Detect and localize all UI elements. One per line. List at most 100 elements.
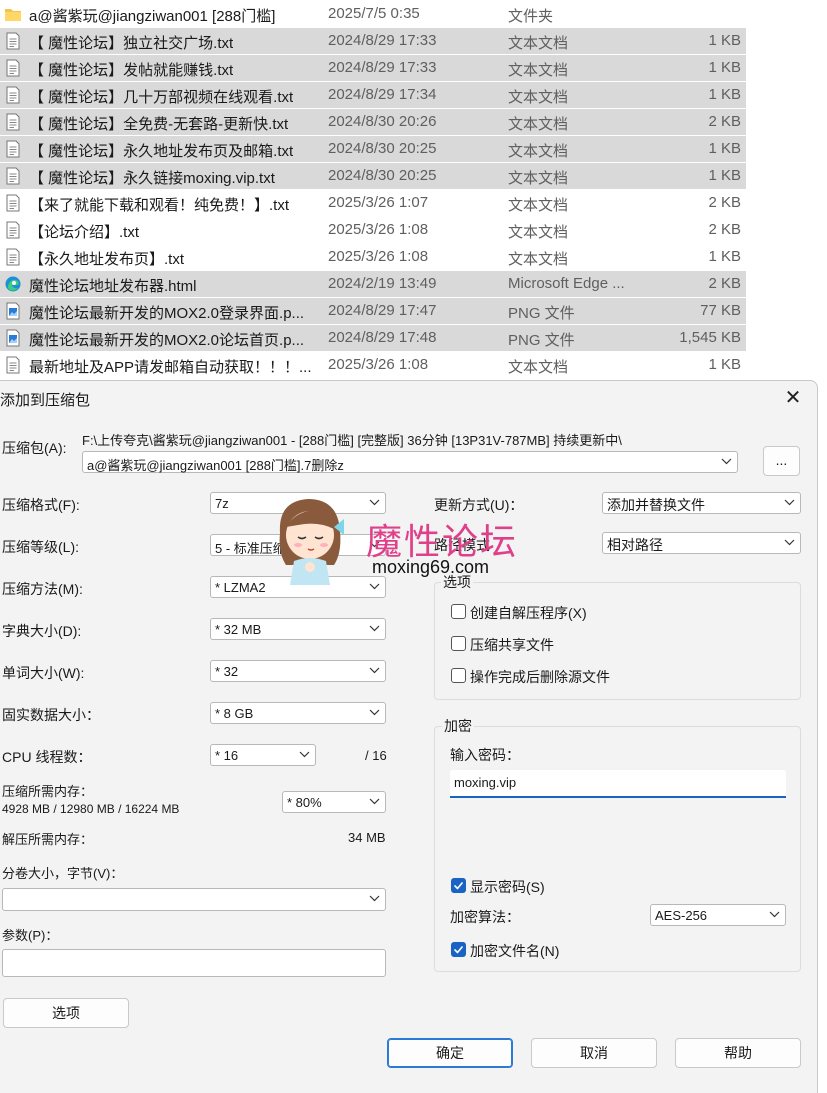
- show-password-label: 显示密码(S): [470, 879, 545, 895]
- file-row[interactable]: 【来了就能下载和观看！纯免费！】.txt 2025/3/26 1:07 文本文档 2 …: [0, 190, 746, 216]
- chevron-down-icon: [721, 458, 732, 465]
- archive-label: 压缩包(A):: [2, 440, 67, 456]
- file-type: PNG 文件: [508, 332, 575, 349]
- file-date: 2024/8/29 17:33: [328, 59, 437, 76]
- cancel-button[interactable]: 取消: [531, 1038, 657, 1068]
- checkmark-icon: [453, 881, 464, 890]
- method-label: 压缩方法(M):: [2, 581, 83, 597]
- algo-value: AES-256: [655, 908, 708, 923]
- file-name: 【来了就能下载和观看！纯免费！】.txt: [29, 197, 290, 214]
- file-date: 2024/8/29 17:33: [328, 32, 437, 49]
- sfx-label: 创建自解压程序(X): [470, 605, 587, 621]
- algo-combo[interactable]: AES-256: [650, 904, 786, 926]
- watermark: 魔性论坛 moxing69.com: [268, 493, 548, 588]
- help-button[interactable]: 帮助: [675, 1038, 801, 1068]
- file-type: 文件夹: [508, 8, 554, 25]
- file-row[interactable]: 【 魔性论坛】发帖就能赚钱.txt 2024/8/29 17:33 文本文档 1 KB: [0, 55, 746, 81]
- text-file-icon: [6, 59, 20, 77]
- file-row[interactable]: 【永久地址发布页】.txt 2025/3/26 1:08 文本文档 1 KB: [0, 244, 746, 270]
- file-row[interactable]: 魔性论坛地址发布器.html 2024/2/19 13:49 Microsoft E…: [0, 271, 746, 297]
- text-file-icon: [6, 32, 20, 50]
- params-input[interactable]: [2, 949, 386, 977]
- close-button[interactable]: ✕: [780, 387, 806, 411]
- file-type: 文本文档: [508, 116, 569, 133]
- file-row[interactable]: 魔性论坛最新开发的MOX2.0登录界面.p... 2024/8/29 17:47 P…: [0, 298, 746, 324]
- file-size: 1 KB: [708, 167, 741, 184]
- mem-combo[interactable]: * 80%: [282, 791, 386, 813]
- cpu-combo[interactable]: * 16: [210, 744, 316, 766]
- file-name: 魔性论坛最新开发的MOX2.0登录界面.p...: [29, 305, 305, 322]
- split-combo[interactable]: [2, 888, 386, 911]
- mascot-girl-icon: [279, 499, 344, 585]
- file-date: 2025/3/26 1:08: [328, 248, 429, 265]
- delete-source-checkbox[interactable]: [451, 668, 466, 683]
- file-size: 1 KB: [708, 356, 741, 373]
- file-name: 【 魔性论坛】几十万部视频在线观看.txt: [29, 89, 294, 106]
- password-label: 输入密码：: [450, 747, 520, 763]
- file-date: 2024/8/29 17:48: [328, 329, 437, 346]
- file-date: 2024/8/30 20:25: [328, 140, 437, 157]
- dialog-title: 添加到压缩包: [0, 392, 91, 409]
- watermark-url: moxing69.com: [372, 557, 490, 577]
- chevron-down-icon: [784, 499, 795, 506]
- params-label: 参数(P)：: [2, 928, 59, 943]
- file-row[interactable]: 【 魔性论坛】全免费-无套路-更新快.txt 2024/8/30 20:26 文本文…: [0, 109, 746, 135]
- dict-value: * 32 MB: [215, 622, 262, 637]
- file-name: 【 魔性论坛】独立社交广场.txt: [29, 35, 234, 52]
- file-date: 2025/3/26 1:07: [328, 194, 429, 211]
- show-password-checkbox[interactable]: [451, 878, 466, 893]
- file-name: 【 魔性论坛】永久链接moxing.vip.txt: [29, 170, 275, 187]
- text-file-icon: [6, 248, 20, 266]
- dict-combo[interactable]: * 32 MB: [210, 618, 386, 640]
- file-name: 【永久地址发布页】.txt: [29, 251, 185, 268]
- file-size: 2 KB: [708, 275, 741, 292]
- file-type: 文本文档: [508, 143, 569, 160]
- file-date: 2024/8/29 17:34: [328, 86, 437, 103]
- file-row[interactable]: 【 魔性论坛】几十万部视频在线观看.txt 2024/8/29 17:34 文本文档…: [0, 82, 746, 108]
- file-row[interactable]: a@酱紫玩@jiangziwan001 [288门槛] 2025/7/5 0:35…: [0, 1, 746, 27]
- browse-button[interactable]: ...: [763, 446, 800, 476]
- file-date: 2024/8/30 20:26: [328, 113, 437, 130]
- file-row[interactable]: 【 魔性论坛】独立社交广场.txt 2024/8/29 17:33 文本文档 1 KB: [0, 28, 746, 54]
- file-size: 2 KB: [708, 221, 741, 238]
- ok-button[interactable]: 确定: [387, 1038, 513, 1068]
- file-name: 魔性论坛最新开发的MOX2.0论坛首页.p...: [29, 332, 305, 349]
- shared-checkbox[interactable]: [451, 636, 466, 651]
- add-to-archive-dialog: 添加到压缩包 ✕ 压缩包(A): F:\上传夸克\酱紫玩@jiangziwan0…: [0, 380, 818, 1093]
- cpu-label: CPU 线程数：: [2, 749, 92, 765]
- archive-name-combo[interactable]: a@酱紫玩@jiangziwan001 [288门槛].7删除z: [82, 451, 738, 473]
- file-row[interactable]: 【论坛介绍】.txt 2025/3/26 1:08 文本文档 2 KB: [0, 217, 746, 243]
- word-value: * 32: [215, 664, 239, 679]
- options-button[interactable]: 选项: [3, 998, 129, 1028]
- file-size: 1,545 KB: [679, 329, 741, 346]
- file-name: 最新地址及APP请发邮箱自动获取！！！...: [29, 359, 312, 376]
- update-combo[interactable]: 添加并替换文件: [602, 492, 801, 514]
- file-date: 2025/7/5 0:35: [328, 5, 420, 22]
- folder-icon: [5, 9, 21, 21]
- delete-source-label: 操作完成后删除源文件: [470, 669, 610, 685]
- password-value: moxing.vip: [454, 775, 517, 790]
- word-combo[interactable]: * 32: [210, 660, 386, 682]
- file-size: 1 KB: [708, 248, 741, 265]
- encryption-group-title: 加密: [442, 716, 474, 736]
- file-name: 【 魔性论坛】永久地址发布页及邮箱.txt: [29, 143, 294, 160]
- text-file-icon: [6, 356, 20, 374]
- chevron-down-icon: [369, 625, 380, 632]
- image-file-icon: [6, 302, 20, 320]
- file-row[interactable]: 【 魔性论坛】永久链接moxing.vip.txt 2024/8/30 20:25…: [0, 163, 746, 189]
- file-row[interactable]: 【 魔性论坛】永久地址发布页及邮箱.txt 2024/8/30 20:25 文本文档…: [0, 136, 746, 162]
- text-file-icon: [6, 194, 20, 212]
- dict-label: 字典大小(D):: [2, 623, 82, 639]
- encrypt-names-checkbox[interactable]: [451, 942, 466, 957]
- chevron-down-icon: [369, 667, 380, 674]
- solid-combo[interactable]: * 8 GB: [210, 702, 386, 724]
- file-row[interactable]: 魔性论坛最新开发的MOX2.0论坛首页.p... 2024/8/29 17:48 P…: [0, 325, 746, 351]
- word-label: 单词大小(W):: [2, 665, 85, 681]
- path-combo[interactable]: 相对路径: [602, 532, 801, 554]
- archive-name-value: a@酱紫玩@jiangziwan001 [288门槛].7删除z: [87, 458, 344, 473]
- sfx-checkbox[interactable]: [451, 604, 466, 619]
- file-row[interactable]: 最新地址及APP请发邮箱自动获取！！！... 2025/3/26 1:08 文本文档…: [0, 352, 746, 378]
- format-label: 压缩格式(F):: [2, 497, 80, 513]
- algo-label: 加密算法：: [450, 909, 520, 925]
- password-input[interactable]: moxing.vip: [450, 770, 786, 798]
